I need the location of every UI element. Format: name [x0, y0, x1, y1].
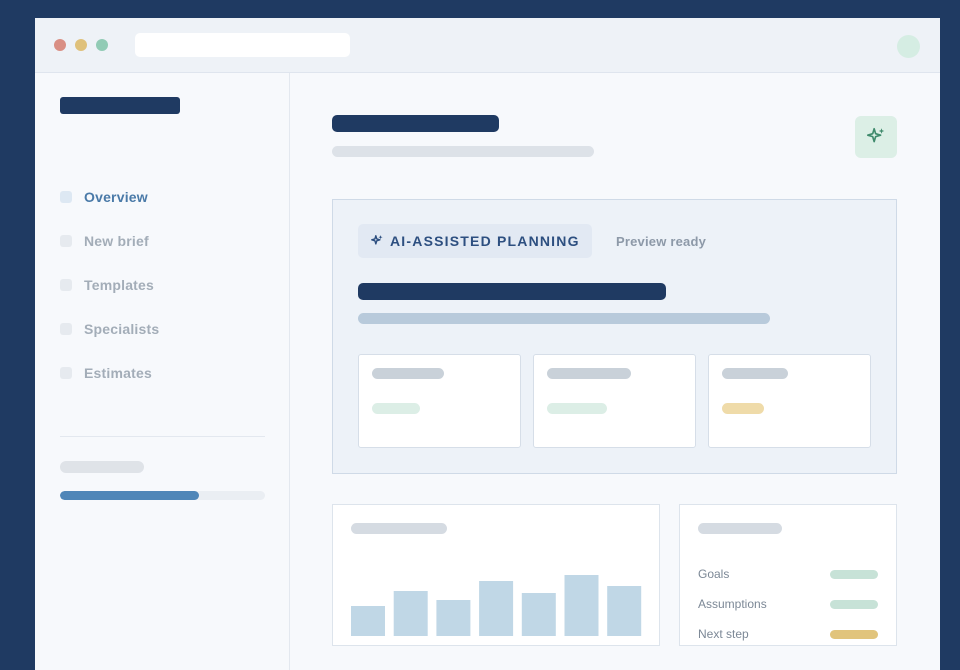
- checklist-card: Goals Assumptions Next step: [679, 504, 897, 646]
- card-title-placeholder: [372, 368, 444, 379]
- card-title-placeholder: [722, 368, 788, 379]
- ai-description-placeholder: [358, 313, 770, 324]
- checklist-label: Assumptions: [698, 597, 767, 611]
- sidebar-item-label: Specialists: [84, 321, 160, 337]
- card-status-pill: [372, 403, 420, 414]
- sidebar-divider: [60, 436, 265, 437]
- plan-card[interactable]: [708, 354, 871, 448]
- bar-chart: [351, 575, 642, 636]
- card-status-pill: [547, 403, 607, 414]
- bar-chart-card: [332, 504, 660, 646]
- ai-badge-label: AI-ASSISTED PLANNING: [390, 233, 580, 249]
- ai-planning-panel: AI-ASSISTED PLANNING Preview ready: [332, 199, 897, 474]
- page-title-placeholder: [332, 115, 499, 132]
- minimize-window-button[interactable]: [75, 39, 87, 51]
- nav-bullet-icon: [60, 235, 72, 247]
- sidebar: Overview New brief Templates Specialists…: [35, 73, 290, 670]
- title-bar: [35, 18, 940, 73]
- sidebar-item-estimates[interactable]: Estimates: [60, 363, 260, 383]
- address-bar[interactable]: [135, 33, 350, 57]
- sidebar-item-new-brief[interactable]: New brief: [60, 231, 260, 251]
- chart-bar: [607, 586, 642, 636]
- maximize-window-button[interactable]: [96, 39, 108, 51]
- chart-bar: [351, 606, 385, 636]
- avatar[interactable]: [897, 35, 920, 58]
- sidebar-item-specialists[interactable]: Specialists: [60, 319, 260, 339]
- nav-bullet-icon: [60, 191, 72, 203]
- checklist-indicator: [830, 600, 878, 609]
- checklist-row-next-step: Next step: [698, 627, 880, 643]
- card-status-pill: [722, 403, 764, 414]
- sidebar-item-label: Overview: [84, 189, 148, 205]
- chart-bar: [521, 593, 556, 636]
- ai-heading-placeholder: [358, 283, 666, 300]
- chart-bar: [393, 591, 428, 636]
- sidebar-item-label: New brief: [84, 233, 149, 249]
- checklist-title-placeholder: [698, 523, 782, 534]
- progress-bar: [60, 491, 265, 500]
- app-logo: [60, 97, 180, 114]
- ai-assist-button[interactable]: [855, 116, 897, 158]
- sparkle-icon: [371, 235, 383, 245]
- checklist-indicator: [830, 570, 878, 579]
- checklist-label: Goals: [698, 567, 730, 581]
- plan-card[interactable]: [358, 354, 521, 448]
- plan-card[interactable]: [533, 354, 696, 448]
- nav-bullet-icon: [60, 367, 72, 379]
- close-window-button[interactable]: [54, 39, 66, 51]
- app-window: Overview New brief Templates Specialists…: [35, 18, 940, 670]
- sidebar-item-label: Estimates: [84, 365, 152, 381]
- card-title-placeholder: [547, 368, 631, 379]
- status-text: Preview ready: [616, 234, 707, 249]
- sparkle-icon: [866, 127, 885, 143]
- checklist-row-goals: Goals: [698, 567, 880, 583]
- progress-label-placeholder: [60, 461, 144, 473]
- page-subtitle-placeholder: [332, 146, 594, 157]
- chart-bar: [564, 575, 599, 636]
- sidebar-item-overview[interactable]: Overview: [60, 187, 260, 207]
- sidebar-item-label: Templates: [84, 277, 155, 293]
- sidebar-item-templates[interactable]: Templates: [60, 275, 260, 295]
- nav-bullet-icon: [60, 279, 72, 291]
- checklist-row-assumptions: Assumptions: [698, 597, 880, 613]
- checklist-indicator: [830, 630, 878, 639]
- nav-bullet-icon: [60, 323, 72, 335]
- checklist-label: Next step: [698, 627, 749, 641]
- ai-badge: AI-ASSISTED PLANNING: [358, 224, 592, 258]
- chart-bar: [436, 600, 471, 636]
- chart-bar: [479, 581, 514, 636]
- progress-bar-fill: [60, 491, 200, 500]
